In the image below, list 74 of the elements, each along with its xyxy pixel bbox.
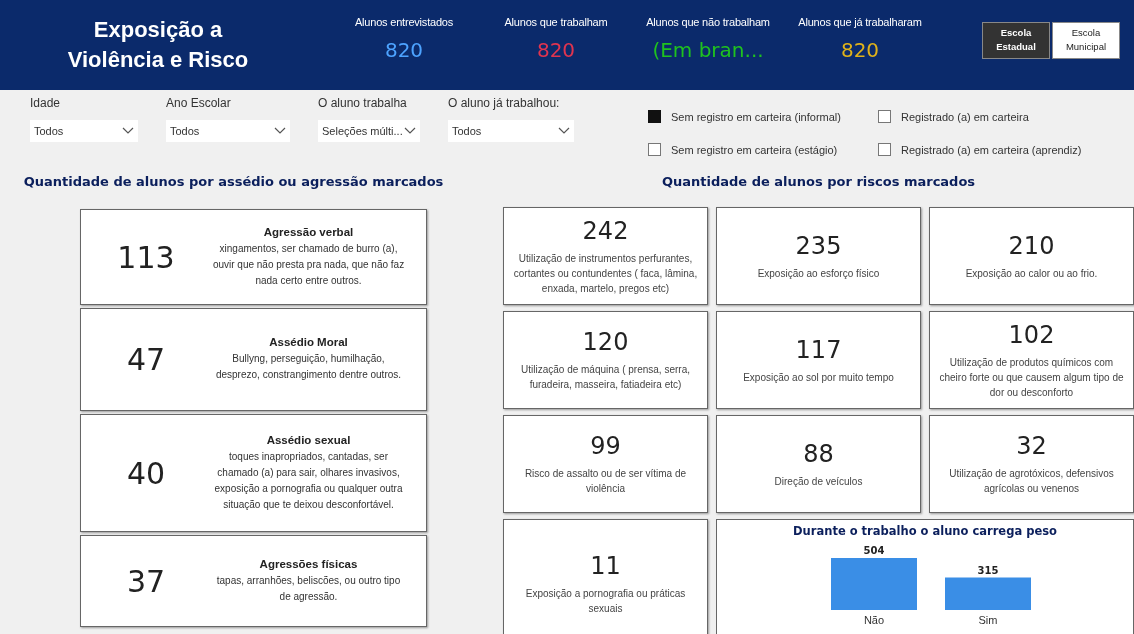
checkbox[interactable] [878,110,891,123]
stat-value: 113 [116,239,176,275]
kpi-label: Alunos que trabalham [504,16,608,28]
stat-description: tapas, arranhões, beliscões, ou outro tipo de agressão. [215,573,402,604]
stat-description: xingamentos, ser chamado de burro (a), ouvir que não presta pra nada, que não faz nada certo entre outros. [211,241,406,288]
kpi-value: (Em bran... [652,38,764,62]
dashboard-title: Exposição a Violência e Risco [66,16,250,74]
stat-description: Exposição ao sol por muito tempo [743,370,894,385]
stat-description: Utilização de instrumentos perfurantes, cortantes ou contundentes ( faca, lâmina, enxada, martelo, pregos etc) [512,251,699,296]
stat-description: Risco de assalto ou de ser vítima de violência [523,467,688,496]
filter-checkbox[interactable]: Registrado (a) em carteira (aprendiz) [878,139,1108,160]
stat-value: 102 [1008,320,1055,349]
stat-value: 117 [795,335,842,364]
filter-label: O aluno já trabalhou: [448,96,561,110]
filter-label: Idade [30,96,62,110]
filter-dropdown[interactable]: Todos [448,120,574,142]
filter-dropdown[interactable]: Seleções múlti... [318,120,420,142]
stat-title: Agressão verbal [263,225,354,238]
stat-description: Utilização de produtos químicos com cheiro forte ou que causem algum tipo de dor ou desconforto [938,355,1125,400]
checkbox[interactable] [648,110,661,123]
stat-value: 242 [582,216,629,245]
stat-value: 88 [803,439,834,468]
chevron-down-icon [558,127,570,135]
category-label: Sim [978,614,997,626]
checkbox-label: Sem registro em carteira (informal) [671,110,841,123]
stat-title: Assédio sexual [266,433,351,446]
filter-checkbox[interactable]: Sem registro em carteira (estágio) [648,139,878,160]
school-toggle-button[interactable]: Escola Estadual [982,21,1050,59]
stat-description: toques inapropriados, cantadas, ser chamado (a) para sair, olhares invasivos, exposição a pornografia ou qualquer outra situação que te deixou desconfortável. [213,449,404,512]
stat-description: Utilização de agrotóxicos, defensivos agrícolas ou venenos [948,467,1115,496]
kpi-value: 820 [536,38,576,62]
filter-dropdown[interactable]: Todos [30,120,138,142]
stat-value: 37 [125,563,167,599]
chevron-down-icon [122,127,134,135]
checkbox-label: Registrado (a) em carteira [901,110,1029,123]
stat-value: 32 [1016,432,1047,460]
stat-title: Assédio Moral [269,336,348,348]
checkbox[interactable] [878,143,891,156]
stat-description: Exposição ao calor ou ao frio. [965,266,1098,281]
stat-value: 120 [582,328,629,356]
stat-description: Exposição a pornografia ou práticas sexuais [524,587,687,616]
checkbox[interactable] [648,143,661,156]
section-title: Quantidade de alunos por riscos marcados [661,174,976,189]
checkbox-label: Sem registro em carteira (estágio) [671,143,838,156]
section-title: Quantidade de alunos por assédio ou agressão marcados [23,174,444,189]
checkbox-label: Registrado (a) em carteira (aprendiz) [901,143,1082,156]
kpi-label: Alunos entrevistados [354,16,454,28]
category-label: Não [863,614,884,626]
stat-value: 235 [795,231,842,260]
filter-dropdown[interactable]: Todos [166,120,290,142]
stat-description: Direção de veículos [774,474,863,489]
stat-title: Agressões físicas [259,557,358,570]
stat-description: Exposição ao esforço físico [757,266,880,281]
chevron-down-icon [404,127,416,135]
chevron-down-icon [274,127,286,135]
stat-description: Utilização de máquina ( prensa, serra, furadeira, masseira, fatiadeira etc) [520,363,691,392]
stat-value: 47 [125,342,167,377]
kpi-label: Alunos que já trabalharam [798,16,922,28]
filter-checkbox[interactable]: Sem registro em carteira (informal) [648,106,878,127]
stat-description: Bullyng, perseguição, humilhação, desprezo, constrangimento dentre outros. [214,352,403,382]
school-toggle-button[interactable]: Escola Municipal [1052,21,1120,59]
bar-value-label: 504 [863,545,884,556]
kpi-label: Alunos que não trabalham [646,16,770,28]
chart-title: Durante o trabalho o aluno carrega peso [793,524,1057,538]
stat-value: 40 [125,455,167,491]
bar-value-label: 315 [977,564,998,576]
filter-checkbox[interactable]: Registrado (a) em carteira [878,106,1108,127]
filter-label: O aluno trabalha [318,96,408,110]
stat-value: 99 [590,432,621,460]
kpi-value: 820 [840,38,880,62]
filter-label: Ano Escolar [166,96,232,110]
stat-value: 11 [590,552,621,580]
stat-value: 210 [1008,231,1055,260]
kpi-value: 820 [384,38,424,62]
